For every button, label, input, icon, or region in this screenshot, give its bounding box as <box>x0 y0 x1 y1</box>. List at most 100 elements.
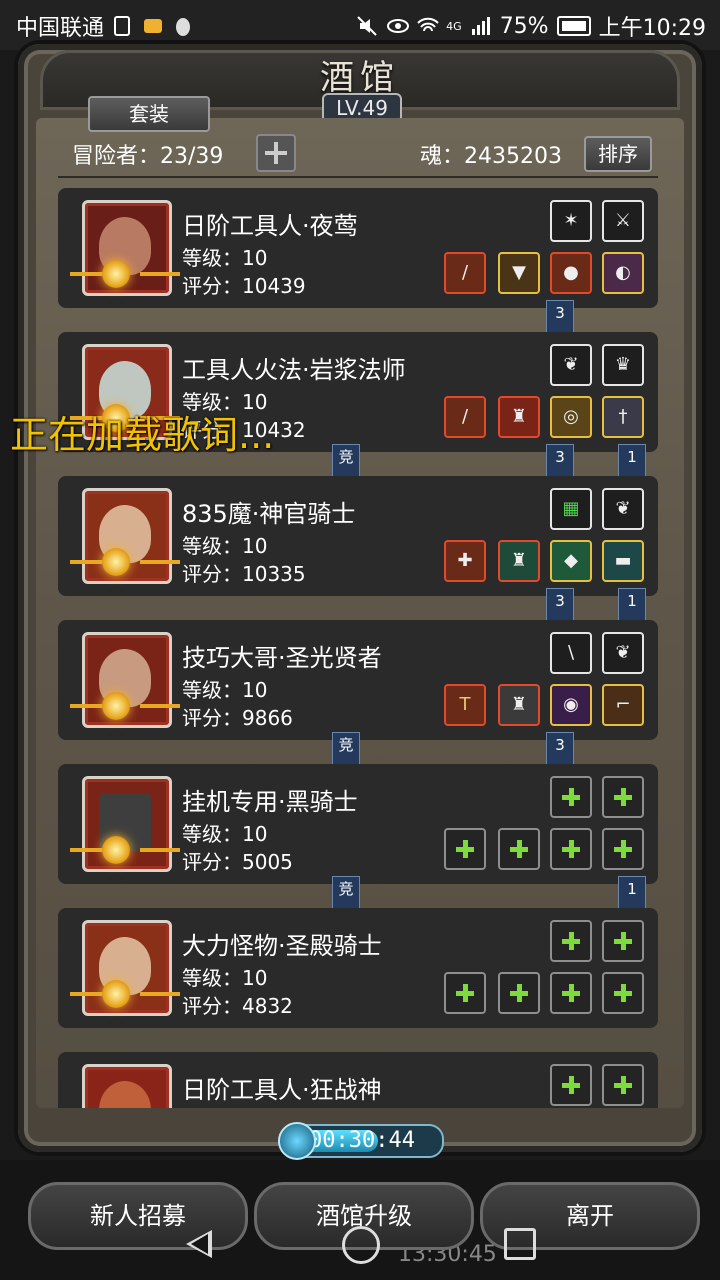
page-title: 酒馆 <box>320 58 400 98</box>
lyrics-loading-overlay: 正在加载歌词... <box>10 413 275 457</box>
mace-icon: ✚ <box>457 550 473 571</box>
empty-skill-slot-2[interactable] <box>602 1064 644 1106</box>
header-divider <box>58 176 658 178</box>
equip-slot-weapon[interactable]: ✚ <box>444 540 486 582</box>
recruit-button[interactable]: 新人招募 <box>28 1182 248 1250</box>
empty-equip-slot-accessory[interactable] <box>550 972 592 1014</box>
tag-competition: 竞 <box>332 444 360 485</box>
feather-icon: ❦ <box>563 354 579 375</box>
empty-skill-slot-2[interactable] <box>602 776 644 818</box>
hero-score: 评分：4832 <box>182 994 293 1018</box>
equip-slot-ring[interactable]: ⌐ <box>602 684 644 726</box>
skill-slot-2[interactable]: ♛ <box>602 344 644 386</box>
hero-card[interactable]: 挂机专用·黑骑士 等级：10 评分：5005 <box>58 764 658 884</box>
hero-level: 等级：10 <box>182 966 268 990</box>
equip-slot-weapon[interactable]: / <box>444 252 486 294</box>
hero-card[interactable]: 835魔·神官骑士 等级：10 评分：10335 ▦ ❦ ✚ ♜ ◆ ▬ <box>58 476 658 596</box>
skill-slot-2[interactable]: ❦ <box>602 488 644 530</box>
battery-percent: 75% <box>499 13 549 39</box>
empty-equip-slot-armor[interactable] <box>498 972 540 1014</box>
equip-slot-weapon[interactable]: / <box>444 396 486 438</box>
wing-ornament-right <box>140 272 180 276</box>
staff-icon: / <box>461 406 469 427</box>
robe-icon: ♜ <box>510 406 528 427</box>
empty-skill-slot-1[interactable] <box>550 920 592 962</box>
home-nav-icon[interactable] <box>342 1226 380 1264</box>
adventurer-count: 冒险者：23/39 <box>72 144 224 169</box>
recent-apps-nav-icon[interactable] <box>504 1228 536 1260</box>
equip-slot-accessory[interactable]: ◆ <box>550 540 592 582</box>
emblem-icon: ✶ <box>563 210 579 231</box>
hero-card[interactable]: 技巧大哥·圣光贤者 等级：10 评分：9866 \ ❦ T ♜ ◉ ⌐ <box>58 620 658 740</box>
skill-slot-1[interactable]: \ <box>550 632 592 674</box>
skill-slot-1[interactable]: ❦ <box>550 344 592 386</box>
dagger-icon: † <box>618 406 628 427</box>
equip-slot-armor[interactable]: ♜ <box>498 684 540 726</box>
equip-slot-ring[interactable]: † <box>602 396 644 438</box>
sword-icon: / <box>461 262 469 283</box>
hero-name: 日阶工具人·狂战神 <box>182 1076 382 1104</box>
equip-slot-armor[interactable]: ▼ <box>498 252 540 294</box>
equip-slot-ring[interactable]: ▬ <box>602 540 644 582</box>
trophy-icon: ♛ <box>614 354 632 375</box>
equip-slot-accessory[interactable]: ◎ <box>550 396 592 438</box>
hero-level: 等级：10 <box>182 678 268 702</box>
empty-equip-slot-armor[interactable] <box>498 828 540 870</box>
equip-slot-ring[interactable]: ◐ <box>602 252 644 294</box>
equip-slot-armor[interactable]: ♜ <box>498 540 540 582</box>
suit-button[interactable]: 套装 <box>88 96 210 132</box>
skill-slot-1[interactable]: ✶ <box>550 200 592 242</box>
armor-icon: ▼ <box>512 262 526 283</box>
hero-level: 等级：10 <box>182 822 268 846</box>
bracer-icon: ▬ <box>614 550 632 571</box>
feather-icon: ❦ <box>615 498 631 519</box>
sort-button[interactable]: 排序 <box>584 136 652 172</box>
empty-skill-slot-2[interactable] <box>602 920 644 962</box>
hero-list[interactable]: 日阶工具人·夜莺 等级：10 评分：10439 ✶ ⚔ / ▼ ● ◐ 3 工具… <box>58 186 658 1108</box>
hero-name: 挂机专用·黑骑士 <box>182 788 358 816</box>
empty-equip-slot-accessory[interactable] <box>550 828 592 870</box>
add-adventurer-slot-button[interactable] <box>256 134 296 172</box>
boots-icon: ⌐ <box>615 694 631 715</box>
empty-equip-slot-weapon[interactable] <box>444 828 486 870</box>
rank-sun-icon <box>102 692 130 720</box>
back-nav-icon[interactable] <box>186 1230 212 1258</box>
rank-sun-icon <box>102 548 130 576</box>
wing-ornament-right <box>140 704 180 708</box>
tag-count: 3 <box>546 588 574 629</box>
battery-icon <box>556 16 591 36</box>
hero-portrait[interactable] <box>82 1064 172 1108</box>
hero-card[interactable]: 日阶工具人·夜莺 等级：10 评分：10439 ✶ ⚔ / ▼ ● ◐ <box>58 188 658 308</box>
necklace-icon: ◐ <box>615 262 631 283</box>
equip-slot-accessory[interactable]: ● <box>550 252 592 294</box>
equip-slot-accessory[interactable]: ◉ <box>550 684 592 726</box>
hero-name: 工具人火法·岩浆法师 <box>182 356 406 384</box>
bracelet-icon: ◎ <box>563 406 579 427</box>
tag-competition: 竞 <box>332 876 360 917</box>
hero-card[interactable]: 日阶工具人·狂战神 <box>58 1052 658 1108</box>
equip-slot-weapon[interactable]: T <box>444 684 486 726</box>
wing-ornament-right <box>140 992 180 996</box>
rank-sun-icon <box>102 836 130 864</box>
empty-equip-slot-weapon[interactable] <box>444 972 486 1014</box>
hero-level: 等级：10 <box>182 246 268 270</box>
hero-card[interactable]: 大力怪物·圣殿骑士 等级：10 评分：4832 <box>58 908 658 1028</box>
tag-count: 3 <box>546 300 574 341</box>
skill-slot-2[interactable]: ⚔ <box>602 200 644 242</box>
empty-equip-slot-ring[interactable] <box>602 972 644 1014</box>
hero-name: 技巧大哥·圣光贤者 <box>182 644 382 672</box>
skill-slot-2[interactable]: ❦ <box>602 632 644 674</box>
hero-name: 日阶工具人·夜莺 <box>182 212 358 240</box>
blade-icon: \ <box>567 642 575 663</box>
tag-competition: 竞 <box>332 732 360 773</box>
tag-count: 3 <box>546 444 574 485</box>
ring-icon: ● <box>563 262 579 283</box>
empty-skill-slot-1[interactable] <box>550 1064 592 1106</box>
skill-slot-1[interactable]: ▦ <box>550 488 592 530</box>
hammer-icon: T <box>459 694 471 715</box>
empty-skill-slot-1[interactable] <box>550 776 592 818</box>
empty-equip-slot-ring[interactable] <box>602 828 644 870</box>
wing-ornament-right <box>140 848 180 852</box>
equip-slot-armor[interactable]: ♜ <box>498 396 540 438</box>
hero-score: 评分：10439 <box>182 274 306 298</box>
